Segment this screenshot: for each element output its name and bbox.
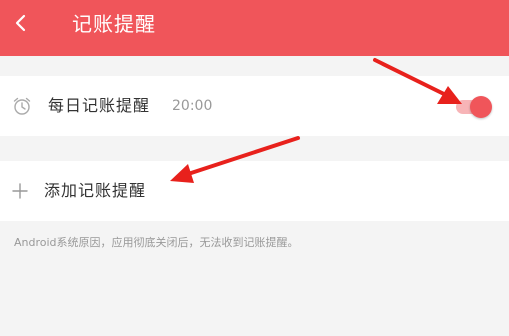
toggle-knob [470, 96, 492, 118]
reminder-label: 每日记账提醒 [48, 96, 151, 115]
add-reminder-label[interactable]: 添加记账提醒 [44, 180, 146, 202]
daily-reminder-row[interactable]: 每日记账提醒 20:00 [0, 76, 509, 136]
plus-icon [12, 183, 28, 199]
back-button[interactable] [6, 8, 36, 38]
reminder-toggle[interactable] [452, 96, 492, 118]
chevron-left-icon [15, 14, 26, 32]
app-header: 记账提醒 [0, 0, 509, 56]
reminder-time[interactable]: 20:00 [172, 97, 212, 115]
page-title: 记账提醒 [72, 12, 156, 36]
add-reminder-row[interactable]: 添加记账提醒 [0, 161, 509, 221]
alarm-clock-icon [13, 97, 31, 115]
android-notice: Android系统原因，应用彻底关闭后，无法收到记账提醒。 [14, 236, 299, 249]
